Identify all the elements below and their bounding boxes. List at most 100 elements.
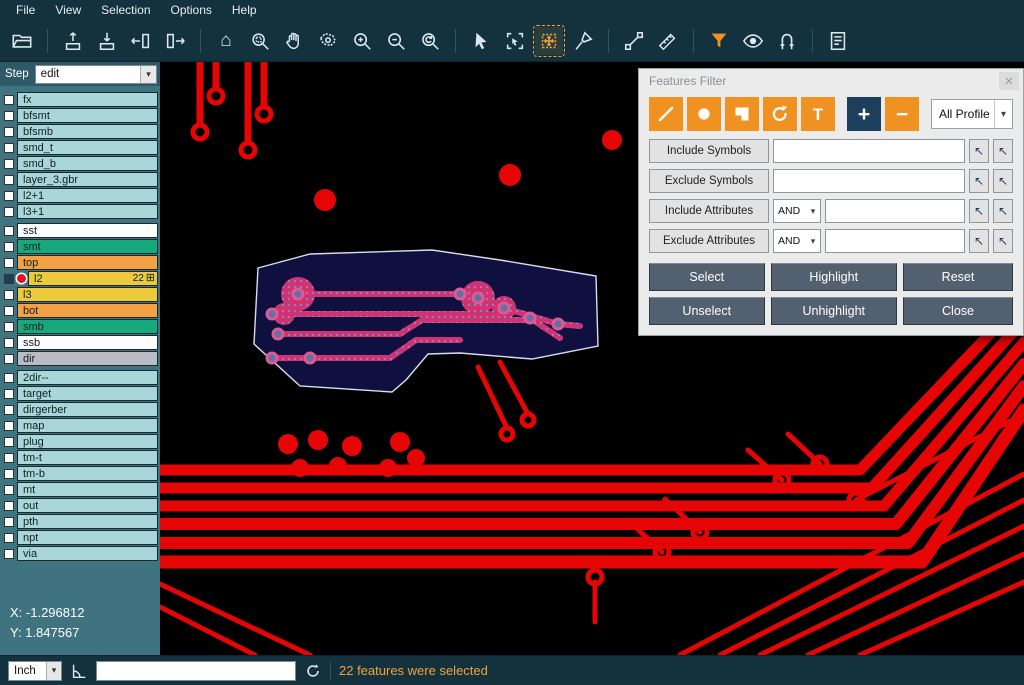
layer-visibility-checkbox[interactable]: [4, 549, 14, 559]
layer-row-l2[interactable]: l222⊞: [2, 271, 158, 286]
angle-mode-button[interactable]: [70, 662, 88, 680]
zoom-window-button[interactable]: [246, 27, 274, 55]
home-button[interactable]: ⌂: [212, 27, 240, 55]
snap-button[interactable]: [773, 27, 801, 55]
layer-visibility-checkbox[interactable]: [4, 111, 14, 121]
include-symbols-label[interactable]: Include Symbols: [649, 139, 769, 163]
highlight-button[interactable]: Highlight: [771, 263, 898, 291]
export-right-button[interactable]: [161, 27, 189, 55]
import-left-button[interactable]: [127, 27, 155, 55]
layer-row-layer_3.gbr[interactable]: layer_3.gbr: [2, 172, 158, 187]
layer-row-smd_t[interactable]: smd_t: [2, 140, 158, 155]
filter-text-button[interactable]: T: [801, 97, 835, 131]
layer-row-bot[interactable]: bot: [2, 303, 158, 318]
zoom-out-button[interactable]: [382, 27, 410, 55]
layer-name[interactable]: tm-t: [17, 450, 158, 465]
layer-name[interactable]: smt: [17, 239, 158, 254]
exclude-attributes-label[interactable]: Exclude Attributes: [649, 229, 769, 253]
paint-fill-button[interactable]: [569, 27, 597, 55]
pick-attribute-button[interactable]: ↖: [969, 199, 989, 223]
layer-name[interactable]: top: [17, 255, 158, 270]
menu-view[interactable]: View: [45, 1, 91, 19]
menu-file[interactable]: File: [6, 1, 45, 19]
layer-row-pth[interactable]: pth: [2, 514, 158, 529]
measure-ruler-button[interactable]: [654, 27, 682, 55]
select-button[interactable]: Select: [649, 263, 765, 291]
layer-visibility-checkbox[interactable]: [4, 517, 14, 527]
layer-name[interactable]: ssb: [17, 335, 158, 350]
step-select[interactable]: edit ▾: [35, 65, 157, 84]
chevron-down-icon[interactable]: ▾: [994, 100, 1012, 128]
layer-visibility-checkbox[interactable]: [4, 274, 14, 284]
layer-name[interactable]: 2dir--: [17, 370, 158, 385]
refresh-button[interactable]: [304, 662, 322, 680]
layer-row-map[interactable]: map: [2, 418, 158, 433]
layer-visibility-checkbox[interactable]: [4, 501, 14, 511]
pick-attribute-add-button[interactable]: ↖: [993, 229, 1013, 253]
layer-name[interactable]: mt: [17, 482, 158, 497]
layer-visibility-checkbox[interactable]: [4, 242, 14, 252]
layer-name[interactable]: out: [17, 498, 158, 513]
layer-visibility-checkbox[interactable]: [4, 354, 14, 364]
include-attributes-operator[interactable]: AND ▾: [773, 199, 821, 223]
layer-visibility-checkbox[interactable]: [4, 306, 14, 316]
layer-row-l2+1[interactable]: l2+1: [2, 188, 158, 203]
include-attributes-label[interactable]: Include Attributes: [649, 199, 769, 223]
filter-line-button[interactable]: [649, 97, 683, 131]
menu-options[interactable]: Options: [161, 1, 222, 19]
layer-name[interactable]: npt: [17, 530, 158, 545]
layer-name[interactable]: l3: [17, 287, 158, 302]
layer-row-ssb[interactable]: ssb: [2, 335, 158, 350]
layer-row-sst[interactable]: sst: [2, 223, 158, 238]
import-down-button[interactable]: [93, 27, 121, 55]
zoom-in-button[interactable]: [348, 27, 376, 55]
measure-line-button[interactable]: [620, 27, 648, 55]
layer-row-l3+1[interactable]: l3+1: [2, 204, 158, 219]
pick-symbol-add-button[interactable]: ↖: [993, 139, 1013, 163]
layer-row-smb[interactable]: smb: [2, 319, 158, 334]
layer-row-top[interactable]: top: [2, 255, 158, 270]
layer-row-mt[interactable]: mt: [2, 482, 158, 497]
export-up-button[interactable]: [59, 27, 87, 55]
layer-visibility-checkbox[interactable]: [4, 143, 14, 153]
layer-row-target[interactable]: target: [2, 386, 158, 401]
features-filter-button[interactable]: [705, 27, 733, 55]
layer-name[interactable]: fx: [17, 92, 158, 107]
layer-visibility-checkbox[interactable]: [4, 191, 14, 201]
layer-visibility-checkbox[interactable]: [4, 322, 14, 332]
layer-name[interactable]: layer_3.gbr: [17, 172, 158, 187]
open-folder-button[interactable]: [8, 27, 36, 55]
profile-select[interactable]: All Profile ▾: [931, 99, 1013, 129]
layer-row-tm-b[interactable]: tm-b: [2, 466, 158, 481]
filter-surface-button[interactable]: [725, 97, 759, 131]
layer-row-fx[interactable]: fx: [2, 92, 158, 107]
layer-name[interactable]: sst: [17, 223, 158, 238]
layer-visibility-checkbox[interactable]: [4, 389, 14, 399]
exclude-symbols-input[interactable]: [773, 169, 965, 193]
lasso-select-button[interactable]: [314, 27, 342, 55]
layer-name[interactable]: dirgerber: [17, 402, 158, 417]
layer-row-out[interactable]: out: [2, 498, 158, 513]
layer-visibility-checkbox[interactable]: [4, 453, 14, 463]
exclude-attributes-input[interactable]: [825, 229, 965, 253]
layer-row-npt[interactable]: npt: [2, 530, 158, 545]
layer-row-via[interactable]: via: [2, 546, 158, 561]
layer-name[interactable]: bot: [17, 303, 158, 318]
select-frame-button[interactable]: [501, 27, 529, 55]
layer-visibility-checkbox[interactable]: [4, 405, 14, 415]
layer-name[interactable]: tm-b: [17, 466, 158, 481]
chevron-down-icon[interactable]: ▾: [806, 236, 820, 247]
layer-row-2dir--[interactable]: 2dir--: [2, 370, 158, 385]
layer-visibility-checkbox[interactable]: [4, 159, 14, 169]
layer-row-smd_b[interactable]: smd_b: [2, 156, 158, 171]
layer-name[interactable]: smd_b: [17, 156, 158, 171]
pick-symbol-button[interactable]: ↖: [969, 169, 989, 193]
filter-add-button[interactable]: +: [847, 97, 881, 131]
layer-name[interactable]: smd_t: [17, 140, 158, 155]
layer-visibility-checkbox[interactable]: [4, 127, 14, 137]
layer-name[interactable]: dir: [17, 351, 158, 366]
pick-attribute-button[interactable]: ↖: [969, 229, 989, 253]
layer-row-dir[interactable]: dir: [2, 351, 158, 366]
pan-hand-button[interactable]: [280, 27, 308, 55]
chevron-down-icon[interactable]: ▾: [806, 206, 820, 217]
